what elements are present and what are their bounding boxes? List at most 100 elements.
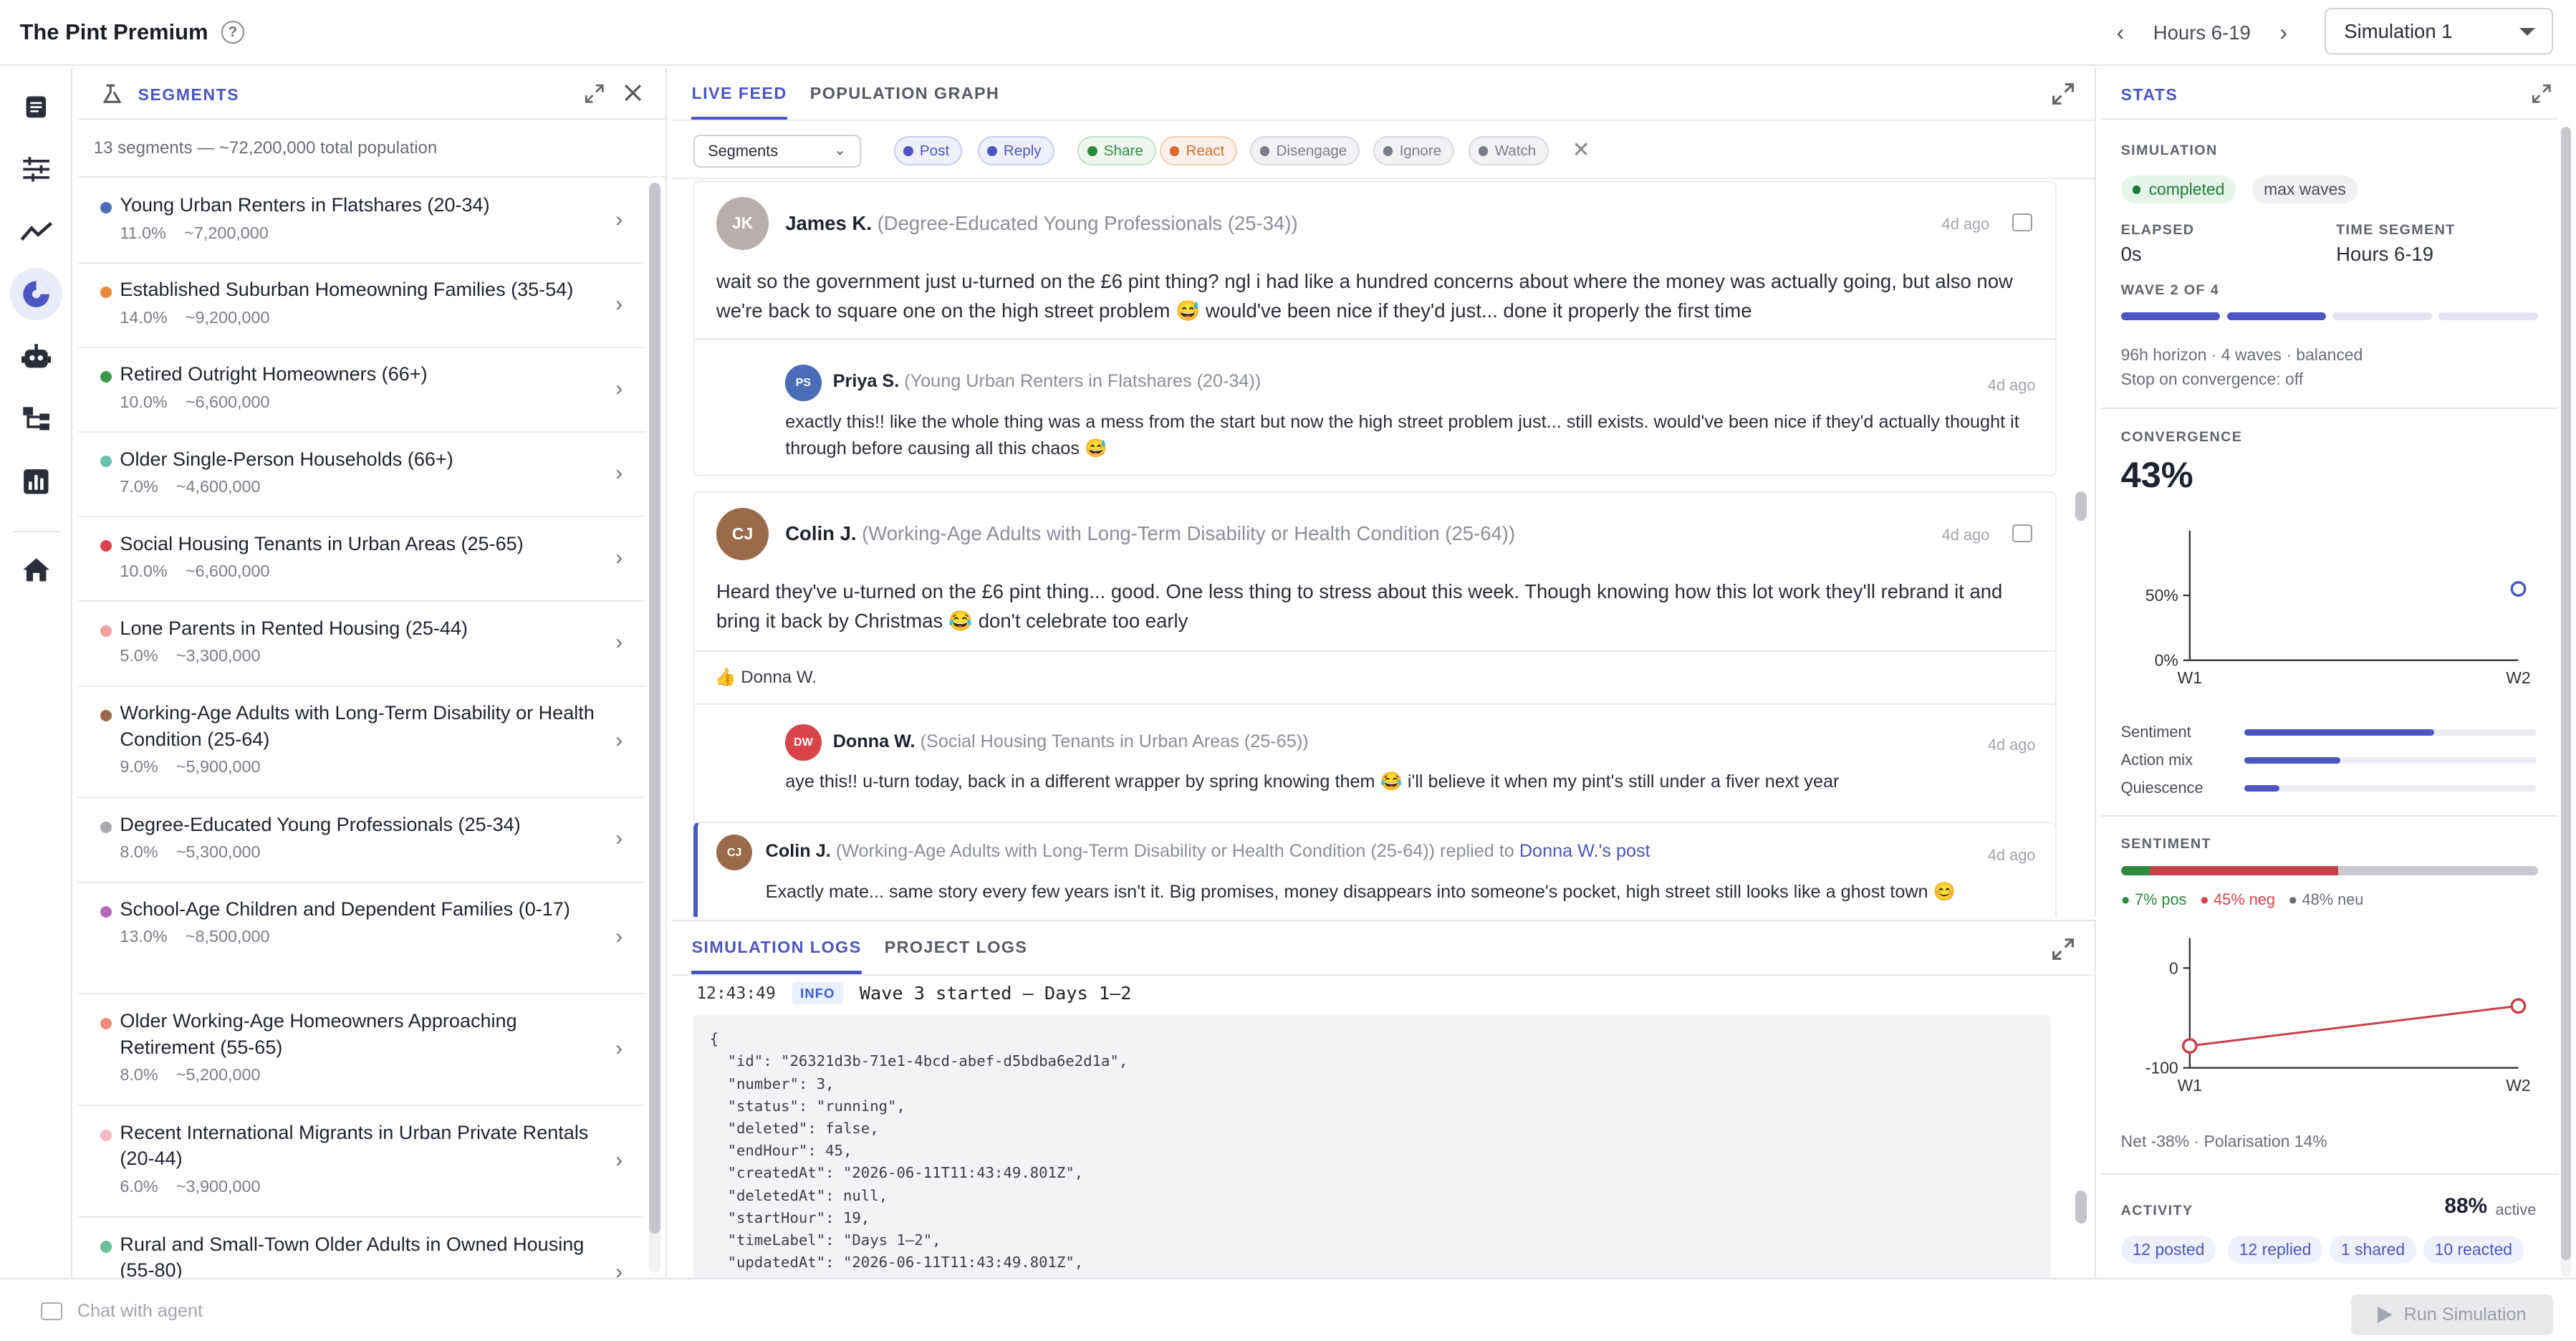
chevron-right-icon: › — [615, 1259, 623, 1279]
close-icon[interactable] — [624, 84, 642, 102]
expand-icon[interactable] — [2052, 938, 2075, 961]
replied-to-link[interactable]: Donna W.'s post — [1519, 841, 1650, 861]
post-author: Colin J. (Working-Age Adults with Long-T… — [785, 522, 1515, 545]
log-json-payload: { "id": "26321d3b-71e1-4bcd-abef-d5bdba6… — [693, 1014, 2051, 1279]
expand-icon[interactable] — [585, 84, 605, 104]
data-point — [2510, 581, 2527, 597]
segment-item[interactable]: Older Working-Age Homeowners Approaching… — [77, 994, 646, 1107]
feed-scrollbar[interactable] — [2075, 183, 2087, 905]
author-name[interactable]: Colin J. — [766, 841, 831, 861]
wave-segment — [2120, 312, 2221, 321]
activity-percent: 88% — [2444, 1194, 2488, 1219]
horizon-text: 96h horizon · 4 waves · balanced — [2120, 345, 2363, 364]
metric-label: Action mix — [2120, 751, 2193, 769]
segment-item[interactable]: School-Age Children and Dependent Famili… — [77, 883, 646, 995]
tab-population-graph[interactable]: POPULATION GRAPH — [810, 67, 999, 120]
segment-item[interactable]: Recent International Migrants in Urban P… — [77, 1106, 646, 1219]
avatar: CJ — [716, 507, 769, 560]
chevron-right-icon: › — [615, 546, 623, 570]
segment-item[interactable]: Established Suburban Homeowning Families… — [77, 264, 646, 349]
segment-item[interactable]: Rural and Small-Town Older Adults in Own… — [77, 1218, 645, 1278]
author-name[interactable]: Donna W. — [833, 731, 915, 751]
filter-chip-share[interactable]: Share — [1077, 136, 1156, 166]
segment-percent: 8.0% — [120, 1065, 158, 1085]
segment-item[interactable]: Lone Parents in Rented Housing (25-44) 5.… — [77, 602, 646, 687]
filter-chip-reply[interactable]: Reply — [977, 136, 1054, 166]
logs-tabs: SIMULATION LOGS PROJECT LOGS — [691, 921, 1027, 974]
author-name[interactable]: James K. — [785, 212, 872, 234]
filter-chip-post[interactable]: Post — [893, 136, 963, 166]
expand-icon[interactable] — [2532, 84, 2552, 104]
pie-chart-icon[interactable] — [9, 267, 63, 321]
tab-simulation-logs[interactable]: SIMULATION LOGS — [691, 921, 862, 974]
bar-chart-icon[interactable] — [10, 455, 62, 507]
segment-name: Rural and Small-Town Older Adults in Own… — [120, 1233, 585, 1279]
scrollbar-thumb[interactable] — [649, 182, 661, 1234]
segment-meta: 5.0% ~3,300,000 — [120, 646, 596, 665]
stats-header: STATS — [2101, 67, 2558, 120]
stats-scrollbar[interactable] — [2561, 126, 2571, 1277]
segment-meta: 13.0% ~8,500,000 — [120, 927, 596, 946]
reply-icon[interactable] — [2012, 213, 2032, 232]
segment-population: ~5,200,000 — [176, 1065, 261, 1085]
segment-percent: 7.0% — [120, 477, 158, 496]
segment-item[interactable]: Social Housing Tenants in Urban Areas (2… — [77, 517, 646, 602]
sliders-icon[interactable] — [10, 143, 62, 196]
simulation-select[interactable]: Simulation 1 — [2325, 8, 2553, 54]
elapsed-value: 0s — [2120, 243, 2142, 266]
y-tick-label: 50% — [2145, 586, 2178, 605]
filter-chip-watch[interactable]: Watch — [1469, 136, 1549, 166]
expand-icon[interactable] — [2052, 82, 2075, 105]
segment-name: School-Age Children and Dependent Famili… — [120, 898, 570, 920]
wave-segment — [2226, 312, 2327, 321]
divider — [693, 338, 2057, 340]
y-tick-label: -100 — [2145, 1059, 2178, 1077]
split-negative — [2150, 865, 2338, 876]
filter-chip-react[interactable]: React — [1160, 136, 1238, 166]
author-name[interactable]: Colin J. — [785, 522, 856, 544]
segment-color-dot — [100, 625, 112, 637]
tab-project-logs[interactable]: PROJECT LOGS — [885, 921, 1028, 974]
segment-item[interactable]: Young Urban Renters in Flatshares (20-34… — [77, 179, 646, 264]
scrollbar-thumb[interactable] — [2561, 126, 2571, 1260]
hierarchy-icon[interactable] — [10, 393, 62, 445]
run-simulation-button[interactable]: Run Simulation — [2350, 1294, 2553, 1336]
segment-item[interactable]: Older Single-Person Households (66+) 7.0%… — [77, 433, 646, 518]
filter-chip-ignore[interactable]: Ignore — [1373, 136, 1455, 166]
segment-percent: 10.0% — [120, 562, 168, 581]
tab-live-feed[interactable]: LIVE FEED — [691, 67, 787, 120]
segment-color-dot — [100, 202, 112, 214]
metric-bar-action-mix: Action mix — [2121, 751, 2538, 771]
log-entry: 12:43:49 INFO Wave 3 started — Days 1–2 — [696, 982, 1131, 1005]
reply-text: aye this!! u-turn today, back in a diffe… — [785, 772, 1840, 792]
segment-item[interactable]: Retired Outright Homeowners (66+) 10.0% ~6… — [77, 348, 646, 433]
chevron-right-icon[interactable]: › — [2270, 19, 2297, 46]
segment-item[interactable]: Degree-Educated Young Professionals (25-… — [77, 798, 646, 883]
reply-icon[interactable] — [2012, 524, 2032, 542]
time-segment-value: Hours 6-19 — [2336, 243, 2434, 266]
segment-item[interactable]: Working-Age Adults with Long-Term Disabi… — [77, 687, 646, 799]
home-icon[interactable] — [10, 544, 62, 596]
clear-filters-icon[interactable]: ✕ — [1572, 138, 1590, 163]
scrollbar-thumb[interactable] — [2075, 491, 2087, 521]
segment-meta: 8.0% ~5,200,000 — [120, 1065, 596, 1085]
convergence-label: CONVERGENCE — [2120, 428, 2243, 445]
chip-label: Share — [1103, 142, 1143, 159]
wave-label: WAVE 2 OF 4 — [2120, 282, 2220, 299]
sentiment-legend: ● 7% pos ● 45% neg ● 48% neu — [2121, 890, 2364, 909]
segments-dropdown[interactable]: Segments ⌄ — [693, 134, 861, 168]
segment-meta: 9.0% ~5,900,000 — [120, 757, 596, 777]
author-name[interactable]: Priya S. — [833, 371, 900, 391]
chevron-right-icon: › — [615, 729, 623, 753]
chevron-left-icon[interactable]: ‹ — [2108, 19, 2134, 46]
chat-input[interactable]: Chat with agent — [77, 1301, 203, 1322]
help-icon[interactable]: ? — [221, 20, 244, 44]
logs-scrollbar[interactable] — [2075, 1191, 2087, 1224]
chip-label: Disengage — [1276, 142, 1347, 159]
document-icon[interactable] — [10, 80, 62, 133]
robot-icon[interactable] — [10, 330, 62, 383]
filter-chip-disengage[interactable]: Disengage — [1250, 136, 1360, 166]
legend-pos: ● 7% pos — [2120, 890, 2187, 908]
trend-icon[interactable] — [10, 206, 62, 258]
segments-scrollbar[interactable] — [649, 182, 661, 1274]
